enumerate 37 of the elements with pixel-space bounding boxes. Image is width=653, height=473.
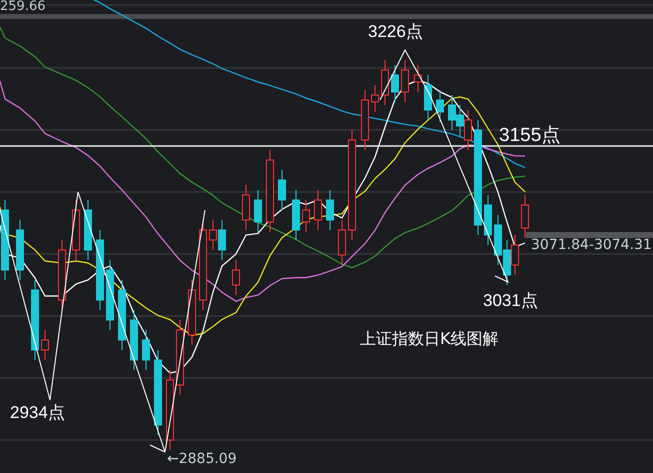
candlestick: [242, 184, 250, 230]
candlestick: [424, 74, 432, 120]
candlestick: [41, 330, 49, 360]
candlestick: [338, 220, 346, 266]
price-label: 2934点: [10, 404, 65, 421]
candlestick: [391, 64, 399, 102]
candlestick: [381, 60, 389, 106]
chart-caption: 上证指数日K线图解: [360, 331, 498, 347]
candlestick: [521, 194, 529, 238]
candlestick: [72, 200, 80, 260]
candlestick: [130, 310, 138, 370]
price-readout: ←2885.09: [167, 452, 237, 466]
candlestick: [142, 330, 150, 370]
candlestick: [232, 260, 240, 296]
price-label: 3226点: [368, 23, 423, 40]
price-label: 3031点: [483, 292, 538, 309]
candlestick: [436, 90, 444, 122]
candlestick: [84, 200, 92, 260]
candlestick: [484, 194, 492, 246]
candlestick: [16, 220, 24, 280]
candlestick: [314, 190, 322, 230]
candlestick: [106, 260, 114, 330]
candlestick: [326, 190, 334, 230]
price-label: 3155点: [499, 126, 560, 145]
axis-label: 259.66: [0, 0, 46, 13]
candlestick: [401, 60, 409, 102]
candlestick: [58, 240, 66, 310]
candlestick: [414, 64, 422, 92]
candlestick: [302, 200, 310, 232]
candlestick: [292, 190, 300, 240]
candlestick: [188, 280, 196, 346]
candlestick: [118, 280, 126, 350]
candlestick: [371, 84, 379, 112]
price-readout: 3071.84-3074.31: [531, 238, 652, 252]
candlestick: [254, 190, 262, 232]
candlestick: [278, 170, 286, 210]
candlestick: [361, 90, 369, 150]
